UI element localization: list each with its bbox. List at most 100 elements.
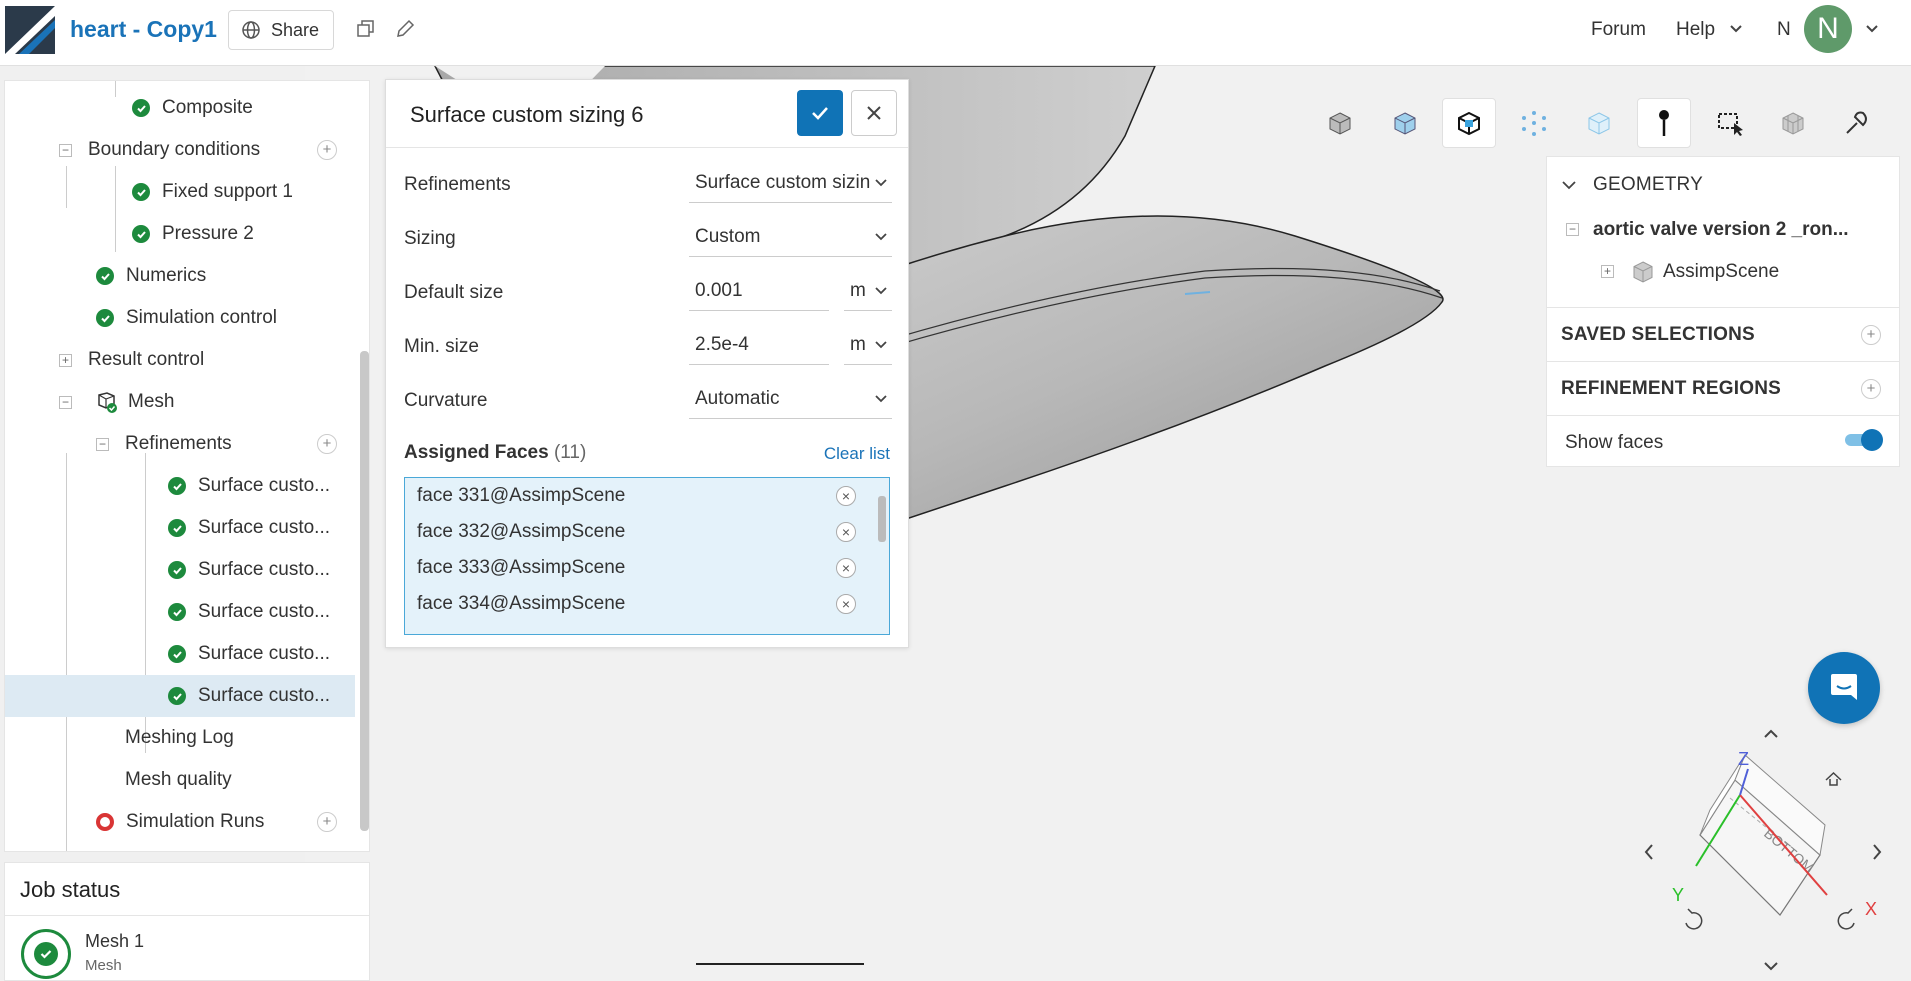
mesh-view-button[interactable] — [1766, 98, 1820, 148]
remove-icon[interactable]: × — [836, 558, 856, 578]
list-item[interactable]: face 332@AssimpScene × — [405, 514, 875, 550]
remove-icon[interactable]: × — [836, 594, 856, 614]
tree-item-simulation-runs[interactable]: Simulation Runs + — [5, 801, 355, 843]
add-icon[interactable]: + — [317, 812, 337, 832]
scene-item[interactable]: AssimpScene — [1663, 261, 1779, 283]
tree-item-mesh[interactable]: − Mesh — [5, 381, 355, 423]
chevron-up-icon[interactable] — [1764, 729, 1778, 738]
min-size-unit-select[interactable]: m — [844, 325, 892, 365]
tree-item-label: Mesh quality — [125, 769, 232, 790]
view-cube-button[interactable] — [1313, 98, 1367, 148]
min-size-input[interactable]: 2.5e-4 — [689, 325, 829, 365]
solid-view-button[interactable] — [1378, 98, 1432, 148]
project-title[interactable]: heart - Copy1 — [70, 16, 217, 43]
copy-icon[interactable] — [355, 18, 377, 40]
probe-button[interactable] — [1830, 98, 1884, 148]
tree-item-surface-sizing-1[interactable]: Surface custo... — [5, 465, 355, 507]
curvature-select[interactable]: Automatic — [689, 379, 892, 419]
show-faces-toggle[interactable] — [1845, 429, 1883, 451]
sizing-select[interactable]: Custom — [689, 217, 892, 257]
box-select-button[interactable] — [1703, 98, 1757, 148]
tree-item-composite[interactable]: Composite — [5, 87, 355, 129]
tree-scrollbar[interactable] — [360, 351, 369, 831]
dialog-title: Surface custom sizing 6 — [410, 102, 644, 127]
tree-item-label: Surface custo... — [198, 475, 331, 496]
share-button[interactable]: Share — [228, 10, 334, 50]
avatar[interactable]: N — [1804, 5, 1852, 53]
close-button[interactable] — [851, 90, 897, 136]
transparent-view-button[interactable] — [1572, 98, 1626, 148]
tree-item-mesh-quality[interactable]: Mesh quality — [5, 759, 355, 801]
assigned-faces-list[interactable]: face 331@AssimpScene × face 332@AssimpSc… — [404, 477, 890, 635]
tree-item-surface-sizing-2[interactable]: Surface custo... — [5, 507, 355, 549]
tree-item-simulation-control[interactable]: Simulation control — [5, 297, 355, 339]
orientation-cube[interactable]: BOTTOM Y X Z — [1640, 725, 1900, 975]
list-item[interactable]: face 333@AssimpScene × — [405, 550, 875, 586]
simulation-tree[interactable]: Composite − Boundary conditions + Fixed … — [4, 80, 370, 852]
tree-item-pressure[interactable]: Pressure 2 — [5, 213, 355, 255]
list-item[interactable]: face 331@AssimpScene × — [405, 478, 875, 514]
tree-item-label: Pressure 2 — [162, 223, 254, 244]
clear-list-link[interactable]: Clear list — [824, 444, 890, 464]
check-icon — [96, 267, 114, 285]
help-menu[interactable]: Help — [1676, 19, 1715, 41]
app-logo[interactable] — [5, 6, 55, 54]
add-icon[interactable]: + — [1861, 325, 1881, 345]
point-select-button[interactable] — [1637, 98, 1691, 148]
tree-item-refinements[interactable]: − Refinements + — [5, 423, 355, 465]
tree-item-meshing-log[interactable]: Meshing Log — [5, 717, 355, 759]
tree-item-result-control[interactable]: + Result control — [5, 339, 355, 381]
assigned-faces-label: Assigned Faces (11) — [404, 442, 586, 464]
geometry-item[interactable]: aortic valve version 2 _ron... — [1593, 219, 1849, 241]
chevron-down-icon[interactable] — [1864, 21, 1880, 37]
job-success-icon — [21, 929, 71, 979]
chevron-down-icon — [875, 395, 887, 403]
tree-item-surface-sizing-6[interactable]: Surface custo... — [5, 675, 355, 717]
expand-icon[interactable]: + — [59, 354, 72, 367]
refinements-select[interactable]: Surface custom sizin — [689, 163, 892, 203]
tree-item-surface-sizing-3[interactable]: Surface custo... — [5, 549, 355, 591]
job-name[interactable]: Mesh 1 — [85, 931, 144, 952]
chevron-left-icon[interactable] — [1644, 844, 1653, 860]
face-label: face 334@AssimpScene — [417, 593, 626, 614]
collapse-icon[interactable]: − — [96, 438, 109, 451]
expand-icon[interactable]: + — [1601, 265, 1614, 278]
collapse-icon[interactable]: − — [1566, 223, 1579, 236]
collapse-icon[interactable]: − — [59, 396, 72, 409]
list-item[interactable]: face 334@AssimpScene × — [405, 586, 875, 622]
default-size-unit-select[interactable]: m — [844, 271, 892, 311]
chevron-down-icon[interactable] — [1728, 21, 1744, 37]
forum-link[interactable]: Forum — [1591, 19, 1646, 41]
check-icon — [168, 561, 186, 579]
add-icon[interactable]: + — [317, 140, 337, 160]
rotate-right-icon[interactable] — [1837, 908, 1855, 930]
home-icon[interactable] — [1825, 771, 1842, 786]
chevron-down-icon[interactable] — [1561, 177, 1577, 193]
tree-item-numerics[interactable]: Numerics — [5, 255, 355, 297]
refinement-regions-header[interactable]: REFINEMENT REGIONS — [1561, 378, 1781, 400]
tree-item-surface-sizing-5[interactable]: Surface custo... — [5, 633, 355, 675]
chevron-down-icon — [875, 287, 887, 295]
pencil-icon[interactable] — [394, 18, 416, 40]
pin-icon — [1659, 110, 1669, 136]
wireframe-view-button[interactable] — [1442, 98, 1496, 148]
default-size-input[interactable]: 0.001 — [689, 271, 829, 311]
chevron-right-icon[interactable] — [1873, 844, 1882, 860]
faces-scrollbar[interactable] — [878, 496, 886, 542]
user-initial: N — [1777, 19, 1791, 40]
remove-icon[interactable]: × — [836, 522, 856, 542]
points-view-button[interactable] — [1507, 98, 1561, 148]
add-icon[interactable]: + — [1861, 379, 1881, 399]
tree-item-fixed-support[interactable]: Fixed support 1 — [5, 171, 355, 213]
rotate-left-icon[interactable] — [1685, 908, 1703, 930]
tree-item-surface-sizing-4[interactable]: Surface custo... — [5, 591, 355, 633]
collapse-icon[interactable]: − — [59, 144, 72, 157]
saved-selections-header[interactable]: SAVED SELECTIONS — [1561, 324, 1755, 346]
tree-item-boundary-conditions[interactable]: − Boundary conditions + — [5, 129, 355, 171]
remove-icon[interactable]: × — [836, 486, 856, 506]
chat-button[interactable] — [1808, 652, 1880, 724]
confirm-button[interactable] — [797, 90, 843, 136]
geometry-header[interactable]: GEOMETRY — [1593, 174, 1703, 196]
chevron-down-icon[interactable] — [1764, 962, 1778, 971]
add-icon[interactable]: + — [317, 434, 337, 454]
